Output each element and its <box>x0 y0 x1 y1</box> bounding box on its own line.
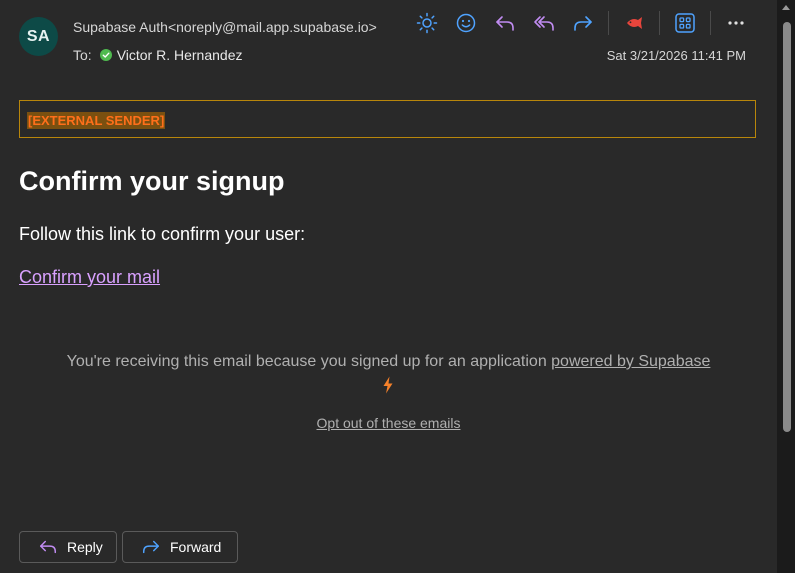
lightning-bolt-icon <box>381 376 395 394</box>
verified-check-icon <box>99 49 112 61</box>
external-sender-banner: [EXTERNAL SENDER] <box>19 100 756 138</box>
scroll-up-arrow-icon[interactable] <box>782 5 790 10</box>
sender-avatar[interactable]: SA <box>19 17 58 56</box>
email-instruction: Follow this link to confirm your user: <box>19 224 306 244</box>
confirm-mail-link[interactable]: Confirm your mail <box>19 267 160 288</box>
apps-icon[interactable] <box>671 9 699 37</box>
reply-button[interactable]: Reply <box>19 531 117 563</box>
sender-address[interactable]: Supabase Auth<noreply@mail.app.supabase.… <box>73 19 377 35</box>
message-toolbar <box>413 9 761 37</box>
message-timestamp: Sat 3/21/2026 11:41 PM <box>606 48 746 63</box>
reply-icon <box>38 537 58 557</box>
toolbar-divider <box>608 11 609 35</box>
reply-all-icon[interactable] <box>530 9 558 37</box>
opt-out-link[interactable]: Opt out of these emails <box>317 415 461 431</box>
vertical-scrollbar[interactable] <box>777 0 795 573</box>
reply-button-label: Reply <box>67 539 103 555</box>
email-heading: Confirm your signup <box>19 166 285 196</box>
external-sender-label: [EXTERNAL SENDER] <box>27 112 166 129</box>
fish-icon[interactable] <box>620 9 648 37</box>
recipient-name[interactable]: Victor R. Hernandez <box>117 47 243 63</box>
forward-button-label: Forward <box>170 539 222 555</box>
forward-icon <box>141 537 161 557</box>
to-label: To: <box>73 47 92 63</box>
email-footer: You're receiving this email because you … <box>0 353 777 371</box>
toolbar-divider <box>659 11 660 35</box>
sun-icon[interactable] <box>413 9 441 37</box>
more-icon[interactable] <box>722 9 750 37</box>
footer-text: You're receiving this email because you … <box>66 353 552 370</box>
forward-button[interactable]: Forward <box>122 531 238 563</box>
recipient-line: To: Victor R. Hernandez <box>73 47 243 63</box>
emoji-icon[interactable] <box>452 9 480 37</box>
toolbar-divider <box>710 11 711 35</box>
avatar-initials: SA <box>26 27 51 45</box>
forward-icon[interactable] <box>569 9 597 37</box>
email-reading-pane: SA Supabase Auth<noreply@mail.app.supaba… <box>0 0 795 573</box>
opt-out-row: Opt out of these emails <box>0 415 777 431</box>
powered-by-supabase-link[interactable]: powered by Supabase <box>551 353 710 370</box>
scrollbar-thumb[interactable] <box>783 22 791 432</box>
reply-icon[interactable] <box>491 9 519 37</box>
